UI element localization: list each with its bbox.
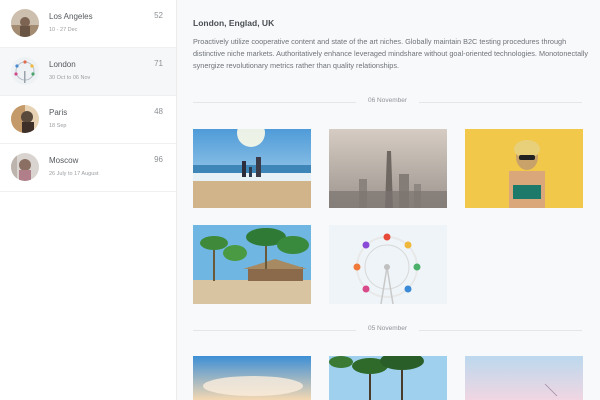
trip-dates: 30 Oct to 06 Nov bbox=[49, 75, 91, 81]
trip-dates: 10 - 27 Dec bbox=[49, 27, 78, 33]
trip-detail-panel: London, Englad, UK Proactively utilize c… bbox=[177, 0, 600, 400]
trip-description: Proactively utilize cooperative content … bbox=[193, 37, 589, 70]
photo-ferris-wheel[interactable] bbox=[329, 225, 447, 304]
trip-photo-count: 71 bbox=[154, 59, 163, 68]
photo-girl-yellow-wall[interactable] bbox=[465, 129, 583, 208]
avatar bbox=[11, 105, 39, 133]
trip-item-moscow[interactable]: Moscow 26 July to 17 August 96 bbox=[0, 144, 176, 192]
trip-city: Los Angeles bbox=[49, 12, 93, 21]
avatar bbox=[11, 9, 39, 37]
trip-item-paris[interactable]: Paris 18 Sep 48 bbox=[0, 96, 176, 144]
trip-city: London bbox=[49, 60, 76, 69]
trip-city: Paris bbox=[49, 108, 68, 117]
trip-city: Moscow bbox=[49, 156, 79, 165]
trip-dates: 18 Sep bbox=[49, 123, 67, 129]
photo-beach-family[interactable] bbox=[193, 129, 311, 208]
photo-tropical-beach[interactable] bbox=[193, 225, 311, 304]
photo-foggy-city[interactable] bbox=[329, 129, 447, 208]
trip-photo-count: 52 bbox=[154, 11, 163, 20]
trip-item-london[interactable]: London 30 Oct to 06 Nov 71 bbox=[0, 48, 176, 96]
photo-sky-clouds[interactable] bbox=[193, 356, 311, 400]
avatar bbox=[11, 153, 39, 181]
trip-item-los-angeles[interactable]: Los Angeles 10 - 27 Dec 52 bbox=[0, 0, 176, 48]
date-divider: 06 November bbox=[193, 97, 582, 107]
trip-photo-count: 96 bbox=[154, 155, 163, 164]
date-divider: 05 November bbox=[193, 325, 582, 335]
photo-palm-trees[interactable] bbox=[329, 356, 447, 400]
trip-photo-count: 48 bbox=[154, 107, 163, 116]
photo-pastel-sky[interactable] bbox=[465, 356, 583, 400]
page-title: London, Englad, UK bbox=[193, 18, 275, 28]
trip-dates: 26 July to 17 August bbox=[49, 171, 99, 177]
avatar bbox=[11, 57, 39, 85]
sidebar: Los Angeles 10 - 27 Dec 52 London 30 Oct… bbox=[0, 0, 177, 400]
